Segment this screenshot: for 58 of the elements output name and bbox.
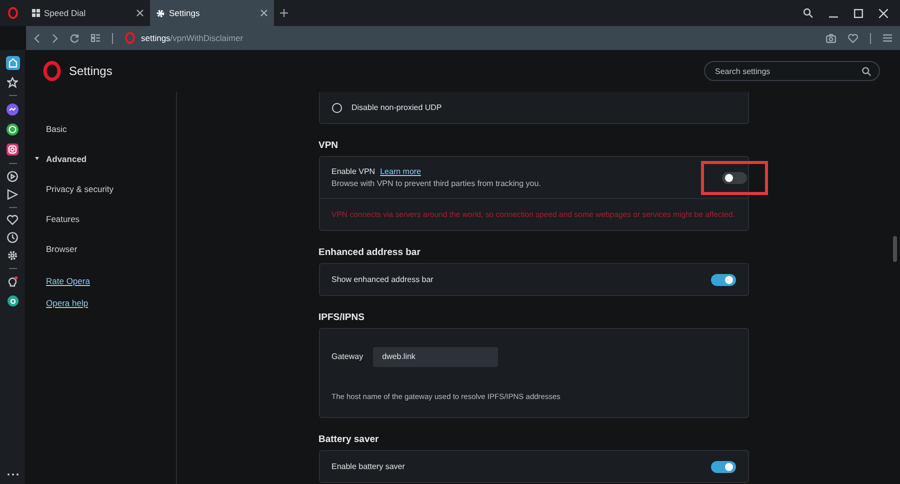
star-icon[interactable] xyxy=(7,77,18,88)
maximize-icon[interactable] xyxy=(854,8,863,18)
play-icon[interactable] xyxy=(7,171,18,182)
app-icon[interactable] xyxy=(6,295,18,307)
lightbulb-icon[interactable] xyxy=(7,276,18,288)
close-icon[interactable] xyxy=(136,9,144,17)
setting-label: Enable battery saver xyxy=(332,462,405,471)
browser-tab[interactable]: Speed Dial xyxy=(26,0,150,26)
help-link[interactable]: Rate Opera xyxy=(46,276,90,286)
instagram-icon[interactable] xyxy=(6,143,19,156)
help-link[interactable]: Opera help xyxy=(46,298,88,308)
forward-icon[interactable] xyxy=(52,34,58,42)
search-field[interactable]: Search settings xyxy=(704,61,880,81)
back-icon[interactable] xyxy=(34,34,40,42)
scrollbar-thumb[interactable] xyxy=(893,236,897,262)
nav-item[interactable]: Browser xyxy=(25,234,176,264)
section-title: Battery saver xyxy=(318,434,380,445)
address-field[interactable]: settings/vpnWithDisclaimer xyxy=(125,32,244,44)
setting-label: Enable VPN xyxy=(332,167,376,176)
gear-icon[interactable] xyxy=(7,250,18,261)
radio-button[interactable] xyxy=(332,102,342,112)
reload-icon[interactable] xyxy=(70,34,79,42)
new-tab-icon[interactable] xyxy=(280,9,288,17)
nav-item[interactable]: Advanced xyxy=(25,144,176,174)
heart-icon[interactable] xyxy=(7,215,18,225)
tiles-icon[interactable] xyxy=(91,34,100,42)
nav-item[interactable]: Features xyxy=(25,204,176,234)
close-icon[interactable] xyxy=(879,8,888,18)
clock-icon[interactable] xyxy=(7,232,18,243)
nav-item[interactable]: Basic xyxy=(25,114,176,144)
field-label: Gateway xyxy=(332,352,364,361)
grid-icon xyxy=(32,9,40,17)
browser-tab[interactable]: Settings xyxy=(150,0,274,26)
gear-icon xyxy=(156,8,165,18)
section-title: IPFS/IPNS xyxy=(318,312,366,323)
more-icon[interactable] xyxy=(6,473,18,476)
setting-description: Browse with VPN to prevent third parties from tracking you. xyxy=(332,179,542,188)
opera-logo-icon[interactable] xyxy=(8,7,18,19)
learn-more-link[interactable]: Learn more xyxy=(380,167,422,176)
section-title: Enhanced address bar xyxy=(318,247,422,258)
gateway-field[interactable]: dweb.link xyxy=(373,346,498,366)
section-title: VPN xyxy=(318,140,340,151)
home-icon[interactable] xyxy=(6,56,20,70)
nav-item[interactable]: Privacy & security xyxy=(25,174,176,204)
page-title: Settings xyxy=(69,64,114,78)
setting-label: Show enhanced address bar xyxy=(332,275,434,284)
messenger-icon[interactable] xyxy=(6,103,19,116)
search-icon[interactable] xyxy=(803,8,813,18)
caret-icon xyxy=(35,157,39,160)
toggle-switch[interactable] xyxy=(722,172,746,184)
menu-icon[interactable] xyxy=(883,34,892,42)
toggle-switch[interactable] xyxy=(710,274,736,286)
opera-logo-icon xyxy=(43,61,61,81)
toggle-switch[interactable] xyxy=(710,460,736,472)
send-icon[interactable] xyxy=(7,189,18,200)
radio-label: Disable non-proxied UDP xyxy=(352,103,442,112)
search-icon xyxy=(862,66,871,76)
camera-icon[interactable] xyxy=(826,34,836,42)
